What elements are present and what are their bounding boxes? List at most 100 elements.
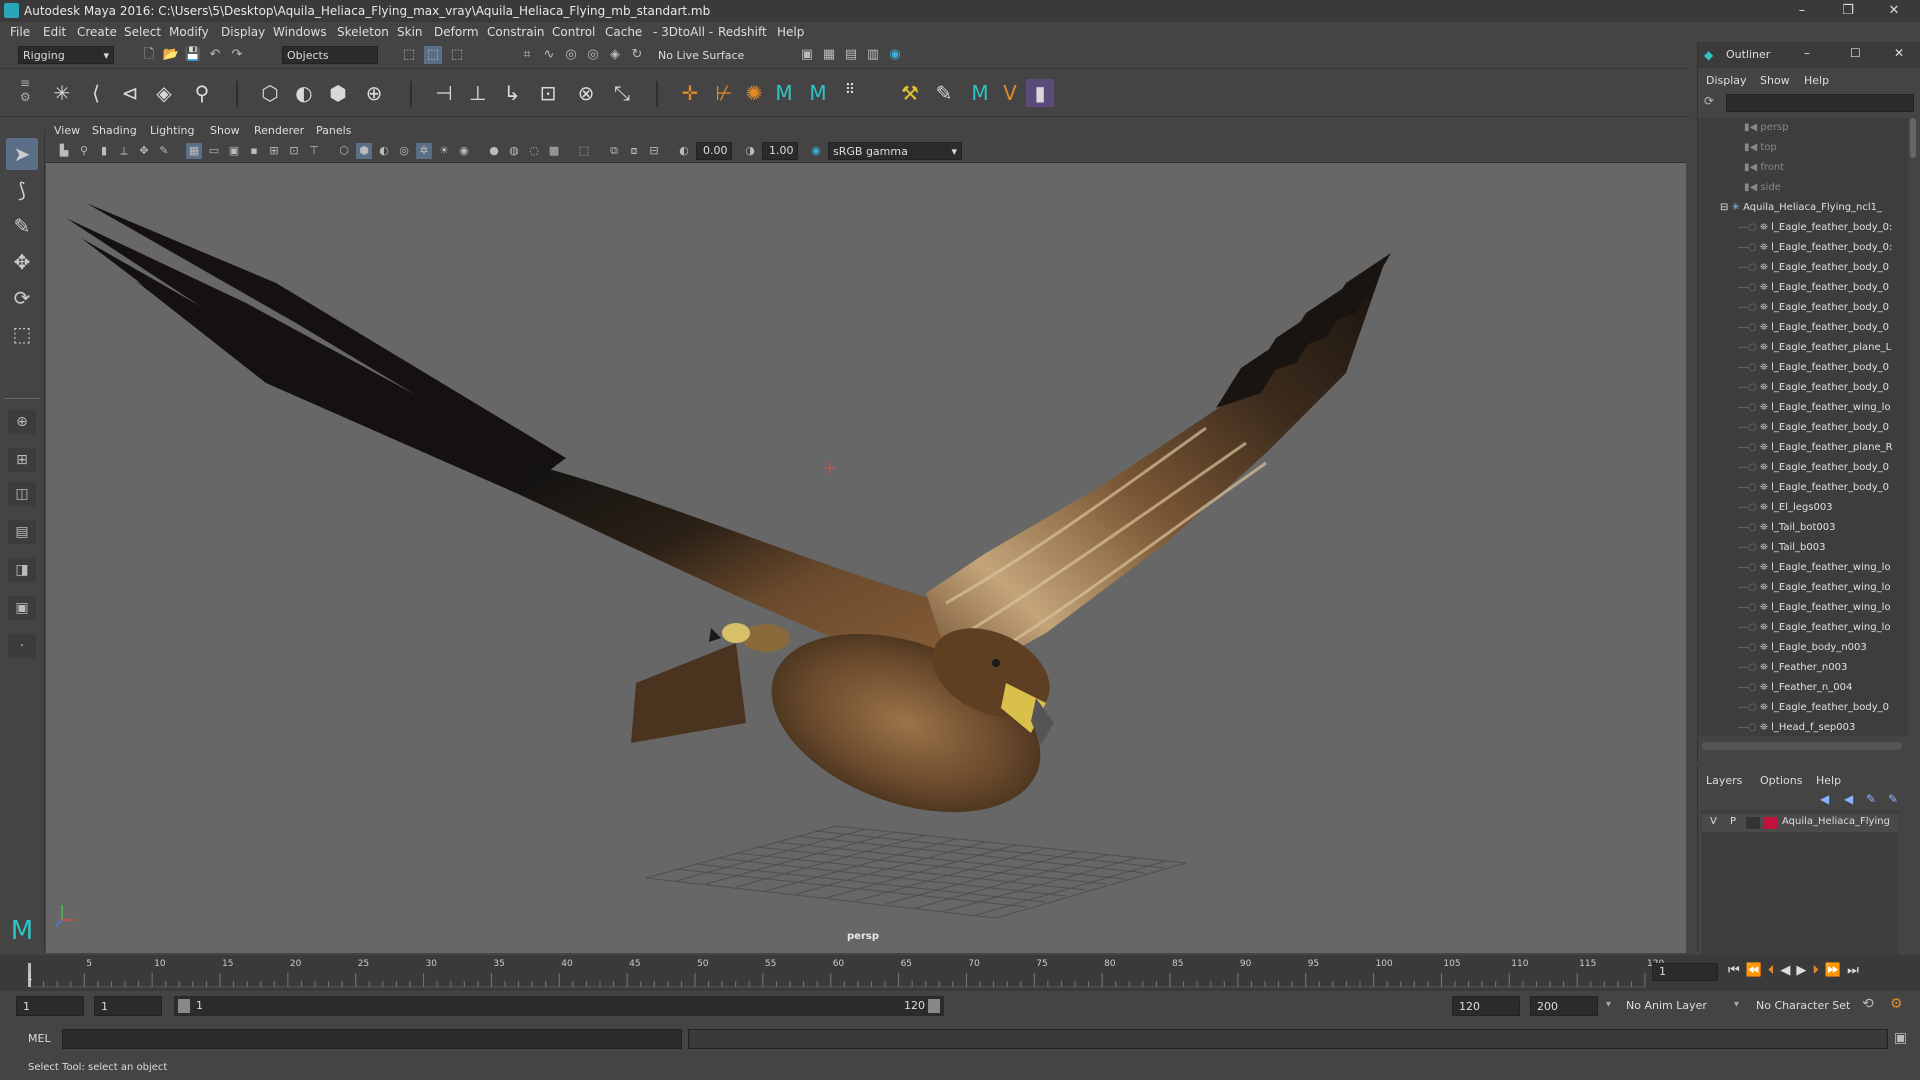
menu-skeleton[interactable]: Skeleton xyxy=(337,25,389,39)
layer-reference-toggle[interactable] xyxy=(1746,817,1760,829)
undo-icon[interactable]: ↶ xyxy=(206,46,224,64)
mel-command-input[interactable] xyxy=(62,1029,682,1049)
render-current-icon[interactable]: ▦ xyxy=(820,46,838,64)
minimize-button[interactable]: – xyxy=(1780,0,1824,22)
outliner-item[interactable]: —○ ⛯ l_Eagle_feather_body_0 xyxy=(1698,258,1908,278)
snap-curve-icon[interactable]: ∿ xyxy=(540,46,558,64)
humanik-icon[interactable]: ⚲ xyxy=(188,79,216,107)
two-view-layout-icon[interactable]: ◫ xyxy=(8,482,36,506)
constraint-parent-icon[interactable]: ⊗ xyxy=(572,79,600,107)
colorspace-dropdown[interactable]: sRGB gamma ▾ xyxy=(828,142,962,160)
menu-constrain[interactable]: Constrain xyxy=(487,25,545,39)
menu-cache[interactable]: Cache xyxy=(605,25,642,39)
snap-view-icon[interactable]: ◎ xyxy=(584,46,602,64)
menu-create[interactable]: Create xyxy=(77,25,117,39)
outliner-item[interactable]: —○ ⛯ l_Eagle_feather_wing_lo xyxy=(1698,618,1908,638)
playback-end-field[interactable]: 120 xyxy=(1452,996,1520,1016)
outliner-item[interactable]: —○ ⛯ l_Eagle_feather_body_0 xyxy=(1698,378,1908,398)
paint-select-tool-icon[interactable]: ✎ xyxy=(6,210,38,242)
smooth-shade-icon[interactable]: ⬢ xyxy=(356,143,372,159)
maya-m-icon-3[interactable]: M xyxy=(966,79,994,107)
outliner-item[interactable]: —○ ⛯ l_Eagle_feather_wing_lo xyxy=(1698,598,1908,618)
outliner-camera-item[interactable]: ▮◀ side xyxy=(1698,178,1908,198)
layer-move-down-icon[interactable]: ◀ xyxy=(1844,792,1853,806)
four-view-layout-icon[interactable]: ⊞ xyxy=(8,448,36,472)
go-to-start-icon[interactable]: ⏮ xyxy=(1728,963,1746,978)
gamma-icon[interactable]: ◑ xyxy=(742,143,758,159)
select-component-icon[interactable]: ⬚ xyxy=(448,46,466,64)
layers-menu-layers[interactable]: Layers xyxy=(1706,774,1742,787)
outliner-item[interactable]: —○ ⛯ l_Eagle_feather_body_0 xyxy=(1698,478,1908,498)
scene-end-field[interactable]: 200 xyxy=(1530,996,1598,1016)
outliner-close-button[interactable]: ✕ xyxy=(1894,46,1904,60)
playback-start-field[interactable]: 1 xyxy=(94,996,162,1016)
safe-title-icon[interactable]: ⊤ xyxy=(306,143,322,159)
current-frame-field[interactable]: 1 xyxy=(1652,963,1718,981)
outliner-item[interactable]: —○ ⛯ l_Eagle_feather_body_0 xyxy=(1698,318,1908,338)
panel-menu-lighting[interactable]: Lighting xyxy=(150,124,194,137)
outliner-item[interactable]: —○ ⛯ l_Tail_bot003 xyxy=(1698,518,1908,538)
scale-tool-icon[interactable]: ⬚ xyxy=(6,318,38,350)
snap-point-icon[interactable]: ◎ xyxy=(562,46,580,64)
gamma-field[interactable]: 1.00 xyxy=(762,142,798,160)
outliner-camera-item[interactable]: ▮◀ persp xyxy=(1698,118,1908,138)
step-back-key-icon[interactable]: ⏴ xyxy=(1768,963,1781,978)
film-gate-icon[interactable]: ▭ xyxy=(206,143,222,159)
menu-file[interactable]: File xyxy=(10,25,30,39)
field-chart-icon[interactable]: ⊞ xyxy=(266,143,282,159)
shelf-settings-icon[interactable]: ≡ ⚙ xyxy=(20,76,31,104)
hypershade-persp-layout-icon[interactable]: ▣ xyxy=(8,596,36,620)
two-d-pan-icon[interactable]: ✥ xyxy=(136,143,152,159)
time-slider[interactable]: 5 10 15 20 25 30 35 40 45 50 55 60 65 70 75 80 85 90 95 100… xyxy=(0,955,1920,991)
outliner-item[interactable]: —○ ⛯ l_Feather_n003 xyxy=(1698,658,1908,678)
use-lights-icon[interactable]: ✲ xyxy=(416,143,432,159)
motion-blur-icon[interactable]: ● xyxy=(486,143,502,159)
grid-toggle-icon[interactable]: ▦ xyxy=(186,143,202,159)
snap-grid-icon[interactable]: ⌗ xyxy=(518,46,536,64)
anim-layer-dropdown[interactable]: No Anim Layer xyxy=(1626,999,1707,1012)
outliner-item[interactable]: —○ ⛯ l_Eagle_feather_body_0: xyxy=(1698,238,1908,258)
outliner-item[interactable]: —○ ⛯ l_Eagle_feather_plane_R xyxy=(1698,438,1908,458)
ik-handle-icon[interactable]: ⟨ xyxy=(82,79,110,107)
isolate-select-icon[interactable]: ▩ xyxy=(546,143,562,159)
range-end-handle[interactable] xyxy=(928,999,940,1013)
outliner-maximize-button[interactable]: ☐ xyxy=(1850,46,1861,60)
outliner-item[interactable]: —○ ⛯ l_Eagle_feather_body_0 xyxy=(1698,298,1908,318)
outliner-item[interactable]: —○ ⛯ l_Eagle_feather_body_0 xyxy=(1698,698,1908,718)
outliner-item[interactable]: —○ ⛯ l_Head_f_sep003 xyxy=(1698,718,1908,736)
go-to-end-icon[interactable]: ⏭ xyxy=(1847,963,1865,978)
open-scene-icon[interactable]: 📂 xyxy=(162,46,180,64)
snap-surface-icon[interactable]: ◈ xyxy=(606,46,624,64)
outliner-menu-show[interactable]: Show xyxy=(1760,74,1790,87)
outliner-item[interactable]: —○ ⛯ l_Feather_n_004 xyxy=(1698,678,1908,698)
layout-expand-icon[interactable]: · xyxy=(8,634,36,658)
safe-action-icon[interactable]: ⊡ xyxy=(286,143,302,159)
step-forward-key-icon[interactable]: ⏵ xyxy=(1812,963,1825,978)
layers-menu-options[interactable]: Options xyxy=(1760,774,1802,787)
animation-prefs-icon[interactable]: ⚙ xyxy=(1890,996,1903,1012)
play-backwards-icon[interactable]: ◀ xyxy=(1780,963,1796,978)
lasso-tool-icon[interactable]: ⟆ xyxy=(6,174,38,206)
menu-windows[interactable]: Windows xyxy=(273,25,327,39)
locator-icon[interactable]: ✛ xyxy=(676,79,704,107)
cluster-icon[interactable]: ◐ xyxy=(290,79,318,107)
outliner-refresh-icon[interactable]: ⟳ xyxy=(1704,94,1714,108)
panel-menu-shading[interactable]: Shading xyxy=(92,124,137,137)
outliner-item[interactable]: —○ ⛯ l_Eagle_feather_plane_L xyxy=(1698,338,1908,358)
outliner-item[interactable]: —○ ⛯ l_Eagle_feather_wing_lo xyxy=(1698,578,1908,598)
maya-m-icon[interactable]: M xyxy=(770,79,798,107)
gate-mask-icon[interactable]: ▪ xyxy=(246,143,262,159)
mirror-joint-icon[interactable]: ✺ xyxy=(740,79,768,107)
camera-select-icon[interactable]: ▙ xyxy=(56,143,72,159)
constraint-scale-icon[interactable]: ⊡ xyxy=(534,79,562,107)
color-management-icon[interactable]: ◉ xyxy=(808,143,824,159)
outliner-item[interactable]: —○ ⛯ l_Eagle_body_n003 xyxy=(1698,638,1908,658)
selection-mode-dropdown[interactable]: Objects xyxy=(282,46,378,64)
shadows-icon[interactable]: ☀ xyxy=(436,143,452,159)
paint-weights-icon[interactable]: ⠿ xyxy=(836,76,864,104)
range-start-handle[interactable] xyxy=(178,999,190,1013)
char-set-chevron-icon[interactable]: ▾ xyxy=(1734,999,1739,1010)
constraint-point-icon[interactable]: ⊣ xyxy=(430,79,458,107)
outliner-camera-item[interactable]: ▮◀ front xyxy=(1698,158,1908,178)
exposure-field[interactable]: 0.00 xyxy=(696,142,732,160)
